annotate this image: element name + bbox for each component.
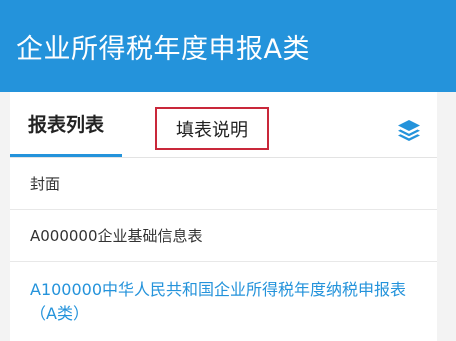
report-card: 报表列表 填表说明 封面 A000000企业基础信息表 A100000中华人民共… (10, 92, 437, 341)
content-panel: 报表列表 填表说明 封面 A000000企业基础信息表 A100000中华人民共… (0, 92, 456, 341)
page-title: 企业所得税年度申报A类 (16, 33, 310, 65)
list-item-label: A100000中华人民共和国企业所得税年度纳税申报表（A类） (30, 280, 407, 323)
list-item-a100000[interactable]: A100000中华人民共和国企业所得税年度纳税申报表（A类） (10, 262, 437, 341)
list-item-cover[interactable]: 封面 (10, 158, 437, 210)
tab-bar: 报表列表 填表说明 (10, 92, 437, 158)
layers-icon[interactable] (397, 119, 421, 141)
layers-icon-svg (398, 120, 420, 141)
list-item-a000000[interactable]: A000000企业基础信息表 (10, 210, 437, 262)
app-root: 企业所得税年度申报A类 报表列表 填表说明 封面 A000000企业基础信息表 (0, 0, 456, 341)
tab-report-list[interactable]: 报表列表 (10, 92, 122, 157)
list-item-label: 封面 (30, 175, 61, 193)
list-item-label: A000000企业基础信息表 (30, 227, 203, 245)
tab-filling-instructions[interactable]: 填表说明 (155, 107, 269, 150)
app-header: 企业所得税年度申报A类 (0, 0, 456, 92)
